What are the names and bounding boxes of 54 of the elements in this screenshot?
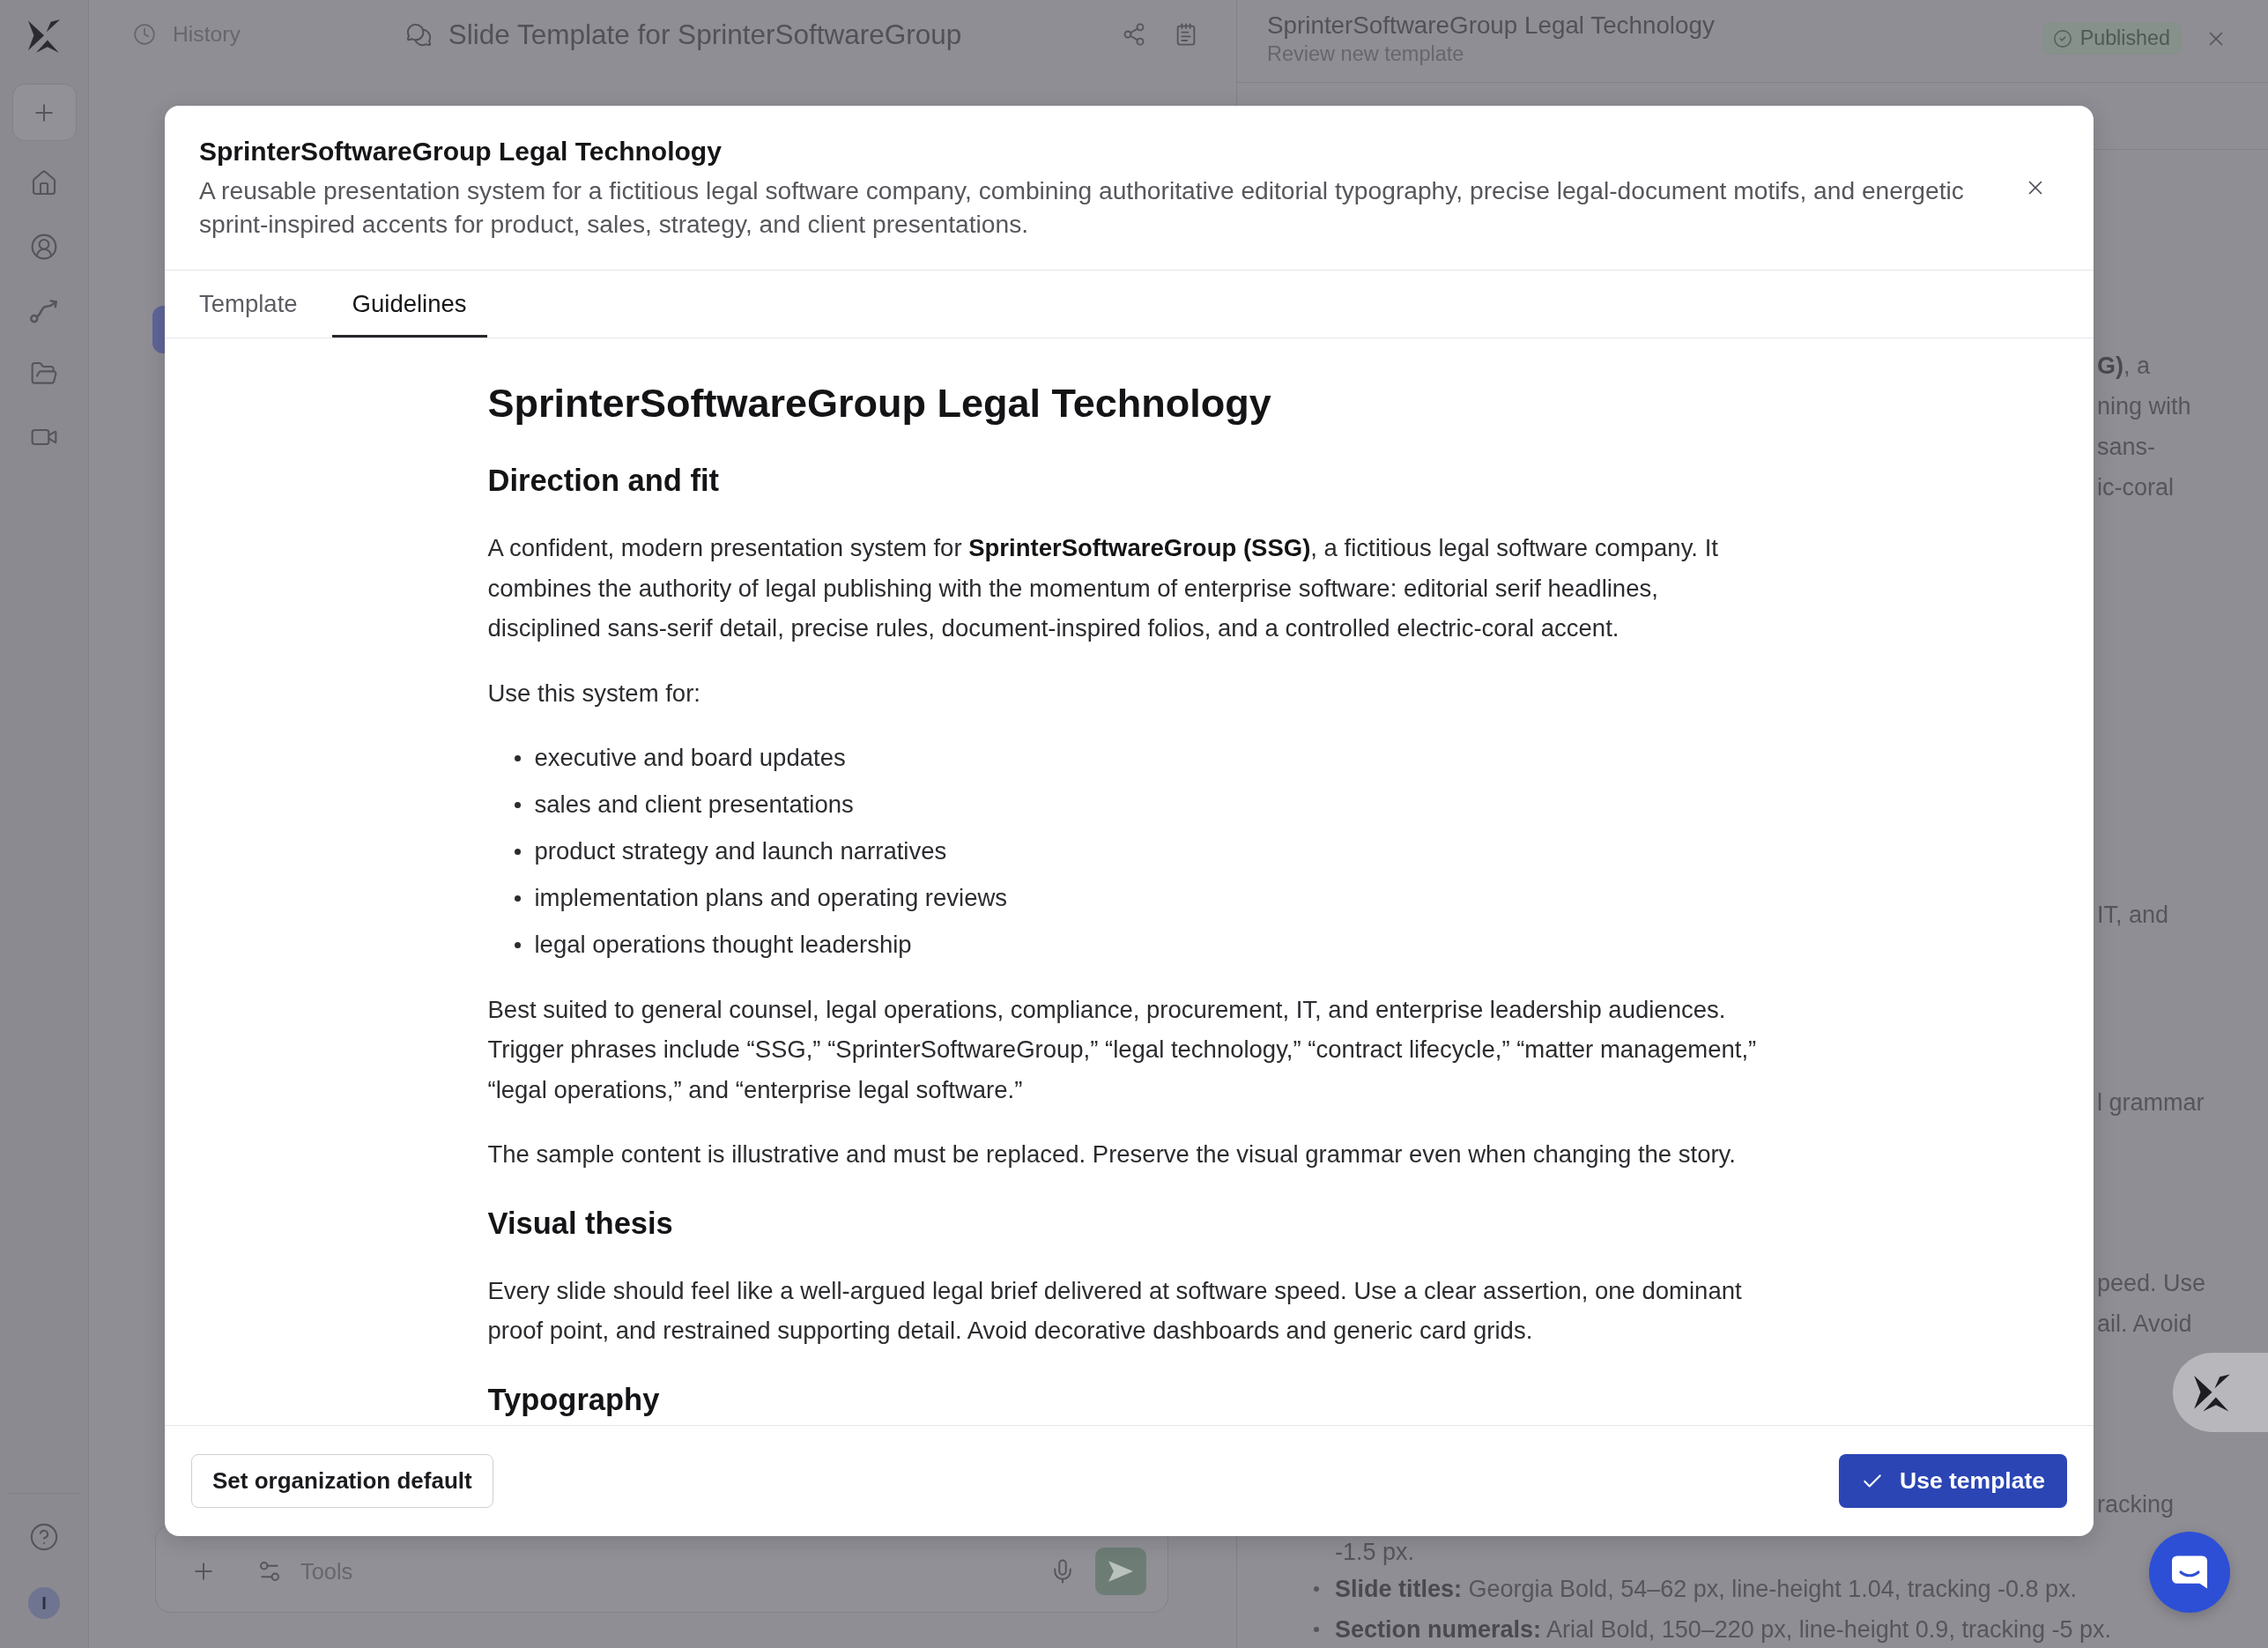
bullet-icon: [514, 942, 521, 948]
bullet-icon: [514, 849, 521, 855]
page-title: Slide Template for SprinterSoftwareGroup: [448, 18, 962, 51]
list-item-text: product strategy and launch narratives: [534, 836, 947, 866]
text-fragment: racking: [2097, 1490, 2175, 1519]
list-item-text: executive and board updates: [534, 743, 846, 773]
paragraph: Use this system for:: [487, 678, 701, 709]
tab[interactable]: Template: [179, 271, 318, 338]
panel-title: SprinterSoftwareGroup Legal Technology: [1267, 10, 1715, 41]
bullet-icon: [514, 895, 521, 902]
help-icon[interactable]: [29, 1522, 59, 1552]
set-default-button[interactable]: Set organization default: [191, 1454, 493, 1508]
paragraph: Every slide should feel like a well-argued legal brief delivered at software speed. Use a clear assertion, one dominant proof point, and restrained supporting detail. Avoid decorative dashboards and generic card grids.: [487, 1275, 1743, 1346]
use-template-button[interactable]: Use template: [1839, 1454, 2067, 1508]
profile-icon[interactable]: [30, 233, 58, 261]
dialog-description: A reusable presentation system for a fictitious legal software company, combining authoritative editorial typography, precise legal-document motifs, and energetic sprint-inspired accents for product, sales, strategy, and client presentations.: [199, 175, 1965, 240]
floating-assistant-tab[interactable]: [2173, 1353, 2268, 1432]
text-fragment: ail. Avoid: [2097, 1310, 2192, 1339]
list-item-text: Section numerals: Arial Bold, 150–220 px, line-height 0.9, tracking -5 px.: [1335, 1615, 2111, 1644]
text-fragment: ning with: [2097, 392, 2191, 421]
logo-icon[interactable]: [2192, 1372, 2232, 1413]
chat-icon: [2172, 1555, 2207, 1590]
dialog-title: SprinterSoftwareGroup Legal Technology: [199, 136, 723, 167]
app-logo[interactable]: [26, 19, 62, 54]
bullet-icon: [514, 755, 521, 761]
section-heading: Typography: [487, 1381, 661, 1418]
status-label: Published: [2079, 26, 2170, 50]
list-item-text: sales and client presentations: [534, 790, 854, 820]
text-fragment: ic-coral: [2097, 473, 2174, 502]
send-icon: [1108, 1561, 1133, 1582]
tab[interactable]: Guidelines: [331, 271, 487, 338]
bullet-icon: [1314, 1627, 1319, 1632]
text-fragment: -1.5 px.: [1335, 1538, 1415, 1567]
document-title: SprinterSoftwareGroup Legal Technology: [487, 380, 1272, 427]
list-item-text: legal operations thought leadership: [534, 930, 912, 960]
check-circle-icon: [2052, 28, 2072, 48]
share-icon[interactable]: [1122, 22, 1146, 47]
paragraph: The sample content is illustrative and must be replaced. Preserve the visual grammar even when changing the story.: [487, 1139, 1737, 1169]
section-heading: Direction and fit: [487, 463, 721, 499]
paragraph: A confident, modern presentation system for SprinterSoftwareGroup (SSG), a fictitious legal software company. It combines the authority of legal publishing with the momentum of enterprise software: editorial serif headlines, disciplined sans-serif detail, precise rules, document-inspired folios, and a controlled electric-coral accent.: [487, 533, 1719, 643]
new-button[interactable]: [11, 84, 77, 141]
text-fragment: sans-: [2097, 433, 2156, 462]
list-item-text: implementation plans and operating reviews: [534, 883, 1008, 913]
send-button[interactable]: [1095, 1548, 1146, 1595]
section-heading: Visual thesis: [487, 1205, 674, 1242]
bullet-icon: [1314, 1586, 1319, 1592]
bullet-icon: [514, 802, 521, 808]
text-fragment: peed. Use: [2097, 1269, 2206, 1298]
text-fragment: G), a: [2097, 352, 2151, 381]
list-item-text: Slide titles: Georgia Bold, 54–62 px, line-height 1.04, tracking -0.8 px.: [1335, 1575, 2077, 1604]
text-fragment: IT, and: [2097, 901, 2169, 930]
clock-icon: [133, 23, 156, 46]
paragraph: Best suited to general counsel, legal operations, compliance, procurement, IT, and enterprise leadership audiences. Trigger phrases include “SSG,” “SprinterSoftwareGroup,” “legal technology,” “contract lifecycle,” “matter management,” “legal operations,” and “enterprise legal software.”: [487, 994, 1758, 1105]
home-icon[interactable]: [30, 169, 58, 197]
